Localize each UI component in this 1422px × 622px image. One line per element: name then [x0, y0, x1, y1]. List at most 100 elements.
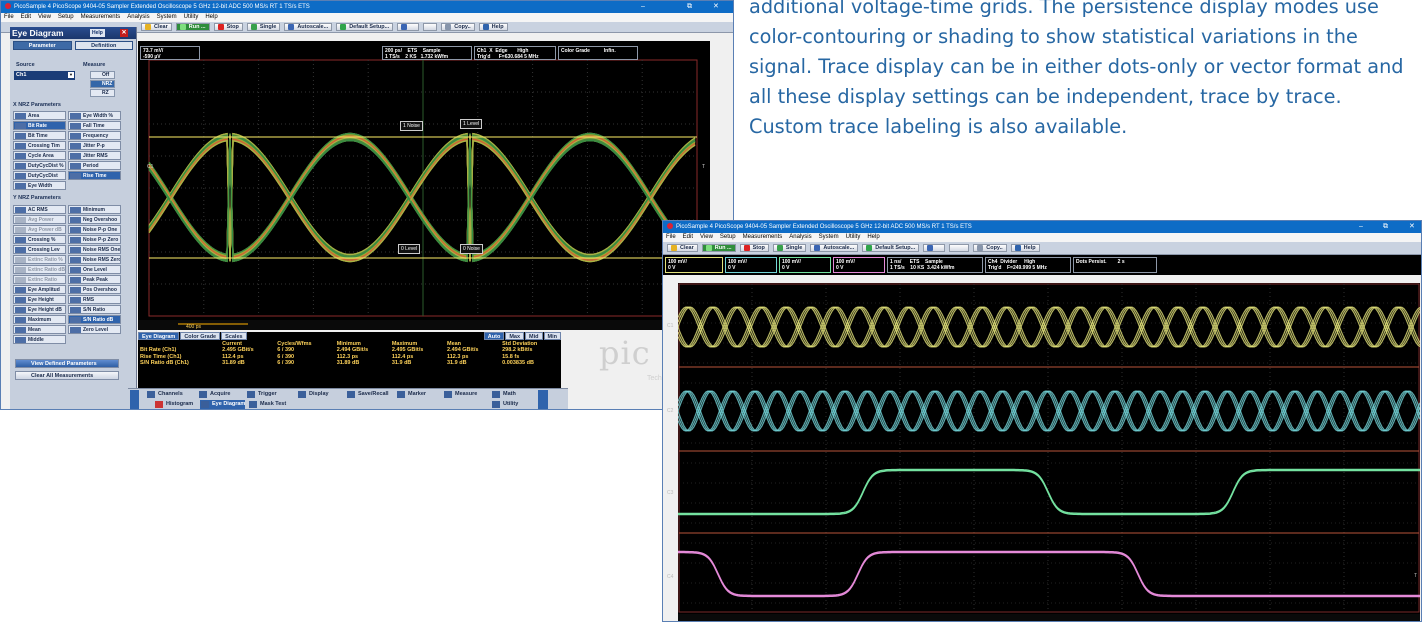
ch3-scale-box[interactable]: 100 mV/ 0 V [779, 257, 831, 273]
autoscale-button[interactable]: Autoscale... [810, 244, 859, 252]
tab-eye-diagram[interactable]: Eye Diagram [138, 332, 180, 340]
close-button[interactable]: ✕ [1409, 221, 1415, 233]
tab-mid[interactable]: Mid [525, 332, 543, 340]
ch4-scale-box[interactable]: 100 mV/ 0 V [833, 257, 885, 273]
menu-view[interactable]: View [38, 14, 51, 20]
param-middle[interactable]: Middle [13, 335, 66, 344]
menu-measurements[interactable]: Measurements [743, 234, 783, 240]
param-peak-peak[interactable]: Peak Peak [68, 275, 121, 284]
tab-parameter[interactable]: Parameter [13, 41, 72, 50]
tab-min[interactable]: Min [543, 332, 561, 340]
math-button[interactable]: Math [491, 390, 516, 399]
clear-button[interactable]: Clear [141, 23, 172, 31]
param-bit-time[interactable]: Bit Time [13, 131, 66, 140]
clear-button[interactable]: Clear [667, 244, 698, 252]
timebase-box[interactable]: 1 ns/ ETS Sample 1 TS/s 10 KS 3.424 kWfm [887, 257, 983, 273]
param-area[interactable]: Area [13, 111, 66, 120]
param-rms[interactable]: RMS [68, 295, 121, 304]
help-button[interactable]: Help [1010, 244, 1040, 252]
blank-button[interactable] [423, 23, 438, 31]
measure-off-button[interactable]: Off [90, 71, 115, 79]
tab-scales[interactable]: Scales [221, 332, 247, 340]
run-button[interactable]: Run ... [175, 23, 210, 31]
param-extinc-ratio-db[interactable]: Extinc Ratio dB [13, 265, 66, 274]
param-avg-power-db[interactable]: Avg Power dB [13, 225, 66, 234]
zero-level-label[interactable]: 0 Level [398, 244, 421, 254]
channel-scale-box[interactable]: 73.7 mV/ -590 µV [140, 46, 200, 60]
param-bit-rate[interactable]: Bit Rate [13, 121, 66, 130]
param-s-n-ratio-db[interactable]: S/N Ratio dB [68, 315, 121, 324]
right-arrow-button[interactable] [538, 390, 548, 409]
left-arrow-button[interactable] [130, 390, 139, 409]
table-row[interactable]: S/N Ratio dB (Ch1) 31.89 dB 6 / 390 31.89 d… [138, 360, 561, 367]
menu-file[interactable]: File [666, 234, 676, 240]
param-avg-power[interactable]: Avg Power [13, 215, 66, 224]
param-s-n-ratio[interactable]: S/N Ratio [68, 305, 121, 314]
param-eye-amplitud[interactable]: Eye Amplitud [13, 285, 66, 294]
menu-edit[interactable]: Edit [683, 234, 693, 240]
clear-all-measurements-button[interactable]: Clear All Measurements [15, 371, 119, 380]
single-button[interactable]: Single [772, 244, 807, 252]
param-noise-p-p-one[interactable]: Noise P-p One [68, 225, 121, 234]
measure-button[interactable]: Measure [443, 390, 477, 399]
display-mode-box[interactable]: Dots Persist. 2 s [1073, 257, 1157, 273]
menu-utility[interactable]: Utility [184, 14, 199, 20]
save-recall-button[interactable]: Save/Recall [346, 390, 389, 399]
default-setup-button[interactable]: Default Setup... [862, 244, 920, 252]
utility-button[interactable]: Utility [491, 400, 518, 409]
run-button[interactable]: Run ... [701, 244, 736, 252]
param-extinc-ratio[interactable]: Extinc Ratio [13, 275, 66, 284]
stop-button[interactable]: Stop [213, 23, 243, 31]
display-mode-box[interactable]: Color Grade Infin. [558, 46, 638, 60]
menu-analysis[interactable]: Analysis [789, 234, 811, 240]
param-extinc-ratio-[interactable]: Extinc Ratio % [13, 255, 66, 264]
param-noise-rms-one[interactable]: Noise RMS One [68, 245, 121, 254]
source-select[interactable]: Ch1 ▼ [14, 71, 75, 80]
param-ac-rms[interactable]: AC RMS [13, 205, 66, 214]
param-one-level[interactable]: One Level [68, 265, 121, 274]
eye-diagram-scope[interactable]: C1 T 400 ps 1 Noise 1 Level 0 Level 0 No… [138, 41, 710, 330]
one-level-label[interactable]: 1 Level [460, 119, 483, 129]
minimize-button[interactable]: – [1359, 221, 1363, 233]
param-crossing-lev[interactable]: Crossing Lev [13, 245, 66, 254]
menu-edit[interactable]: Edit [21, 14, 31, 20]
param-dutycycdist-[interactable]: DutyCycDist % [13, 161, 66, 170]
param-minimum[interactable]: Minimum [68, 205, 121, 214]
ch1-scale-box[interactable]: 100 mV/ 0 V [665, 257, 723, 273]
param-pos-overshoo[interactable]: Pos Overshoo [68, 285, 121, 294]
marker-button[interactable]: Marker [396, 390, 426, 399]
view-defined-parameters-button[interactable]: View Defined Parameters [15, 359, 119, 368]
param-frequency[interactable]: Frequency [68, 131, 121, 140]
param-jitter-p-p[interactable]: Jitter P-p [68, 141, 121, 150]
param-neg-overshoo[interactable]: Neg Overshoo [68, 215, 121, 224]
zero-noise-label[interactable]: 0 Noise [460, 244, 483, 254]
param-eye-width[interactable]: Eye Width [13, 181, 66, 190]
param-maximum[interactable]: Maximum [13, 315, 66, 324]
panel-help-button[interactable]: Help [90, 29, 105, 37]
param-fall-time[interactable]: Fall Time [68, 121, 121, 130]
menu-setup[interactable]: Setup [720, 234, 736, 240]
display-button[interactable]: Display [297, 390, 329, 399]
one-noise-label[interactable]: 1 Noise [400, 121, 423, 131]
histogram-button[interactable]: Histogram [154, 400, 193, 409]
param-eye-height[interactable]: Eye Height [13, 295, 66, 304]
copy-button[interactable]: Copy.. [973, 244, 1007, 252]
param-eye-width-[interactable]: Eye Width % [68, 111, 121, 120]
param-dutycycdist[interactable]: DutyCycDist [13, 171, 66, 180]
tab-max[interactable]: Max [505, 332, 525, 340]
param-zero-level[interactable]: Zero Level [68, 325, 121, 334]
maximize-button[interactable]: ⧉ [1383, 221, 1388, 233]
tab-auto[interactable]: Auto [483, 332, 505, 340]
param-noise-p-p-zero[interactable]: Noise P-p Zero [68, 235, 121, 244]
minimize-button[interactable]: – [641, 1, 645, 13]
menu-system[interactable]: System [157, 14, 177, 20]
menu-analysis[interactable]: Analysis [127, 14, 149, 20]
menu-system[interactable]: System [819, 234, 839, 240]
stop-button[interactable]: Stop [739, 244, 769, 252]
param-period[interactable]: Period [68, 161, 121, 170]
trigger-box[interactable]: Ch4 Divider High Trig'd F=249.999 5 MHz [985, 257, 1071, 273]
undo-button[interactable] [397, 23, 420, 31]
trigger-button[interactable]: Trigger [246, 390, 277, 399]
help-button[interactable]: Help [478, 23, 508, 31]
eye-diagram-button[interactable]: Eye Diagram [200, 400, 246, 409]
